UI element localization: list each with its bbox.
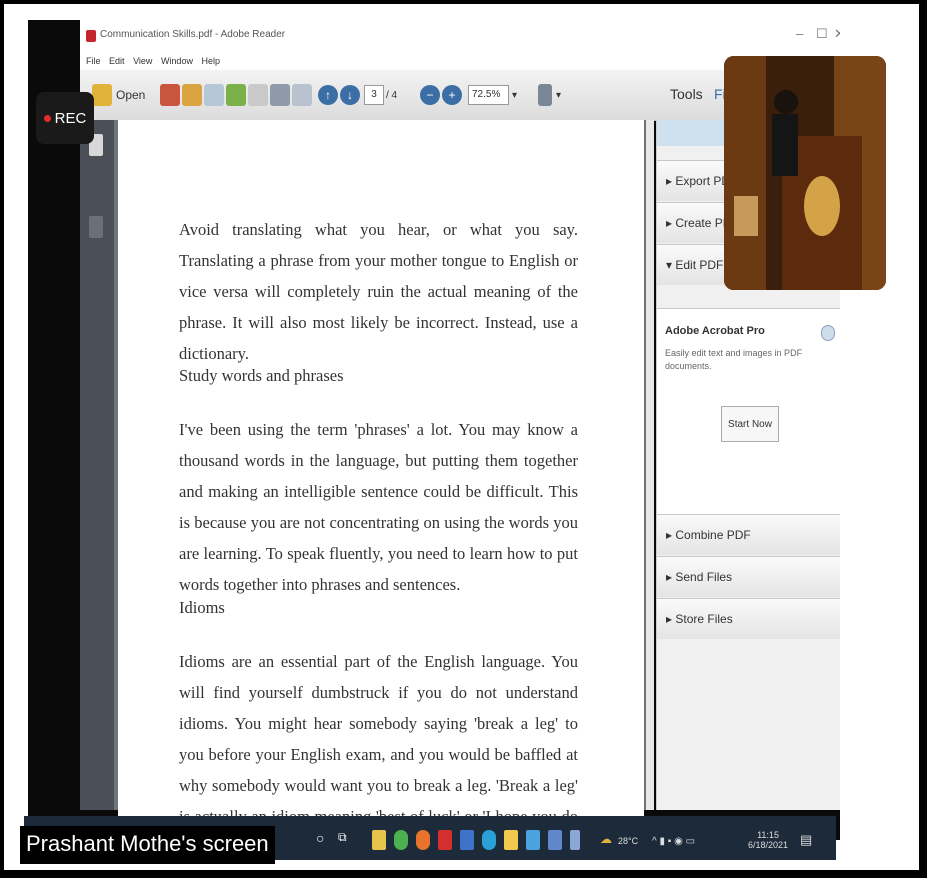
acrobat-promo: Adobe Acrobat Pro Easily edit text and i… — [657, 308, 840, 515]
store-files-section[interactable]: ▸ Store Files — [657, 598, 840, 639]
clock-date: 6/18/2021 — [748, 840, 789, 850]
paragraph-idioms: Idioms are an essential part of the Engl… — [179, 652, 578, 840]
copy-icon[interactable] — [248, 84, 268, 106]
menu-edit[interactable]: Edit — [109, 56, 125, 66]
edit-pdf-label: ▾ Edit PDF — [666, 258, 724, 272]
clock-time: 11:15 — [757, 830, 779, 840]
page-total: / 4 — [386, 89, 398, 101]
task-view-icon[interactable]: ⧉ — [338, 830, 352, 850]
create-pdf-icon[interactable] — [160, 84, 180, 106]
minimize-button[interactable]: – — [796, 26, 803, 41]
zoom-in-button[interactable]: + — [442, 85, 462, 105]
store-files-label: ▸ Store Files — [666, 612, 733, 626]
adobe-reader-icon — [86, 30, 96, 42]
combine-pdf-label: ▸ Combine PDF — [666, 528, 751, 542]
app-icon[interactable] — [526, 830, 540, 850]
menu-help[interactable]: Help — [201, 56, 220, 66]
zoom-out-button[interactable]: − — [420, 85, 440, 105]
edit-icon[interactable] — [182, 84, 202, 106]
video-frame-image — [724, 56, 886, 290]
heading-study-words: Study words and phrases — [179, 366, 344, 385]
send-files-label: ▸ Send Files — [666, 570, 733, 584]
pdf-app-icon[interactable] — [438, 830, 452, 850]
paragraph-phrases: I've been using the term 'phrases' a lot… — [179, 420, 578, 594]
document-icon[interactable] — [204, 84, 224, 106]
menu-view[interactable]: View — [133, 56, 152, 66]
print-icon[interactable] — [270, 84, 290, 106]
promo-description: Easily edit text and images in PDF docum… — [665, 348, 803, 371]
previous-page-button[interactable]: ↑ — [318, 85, 338, 105]
chrome-icon[interactable] — [394, 830, 408, 850]
search-icon[interactable]: ○ — [316, 830, 330, 850]
file-explorer-icon[interactable] — [372, 830, 386, 850]
navigation-pane — [80, 120, 114, 810]
notification-icon[interactable]: ▤ — [800, 832, 812, 848]
promo-title: Adobe Acrobat Pro — [665, 325, 765, 337]
outer-frame: Communication Skills.pdf - Adobe Reader … — [4, 4, 919, 870]
next-page-button[interactable]: ↓ — [340, 85, 360, 105]
zoom-app-icon[interactable] — [548, 830, 562, 850]
maximize-button[interactable]: ☐ — [816, 26, 828, 42]
close-button[interactable]: ✕ — [834, 26, 840, 42]
menu-window[interactable]: Window — [161, 56, 193, 66]
info-icon — [821, 325, 835, 341]
weather-temp[interactable]: 28°C — [618, 836, 638, 846]
email-icon[interactable] — [292, 84, 312, 106]
open-folder-icon[interactable] — [92, 84, 112, 106]
app-icon-small[interactable] — [570, 830, 580, 850]
participant-video[interactable] — [724, 56, 886, 290]
zoom-dropdown-icon[interactable]: ▾ — [512, 85, 517, 105]
document-viewport[interactable]: Avoid translating what you hear, or what… — [114, 120, 652, 840]
open-button[interactable]: Open — [116, 85, 145, 105]
paragraph-translation: Avoid translating what you hear, or what… — [179, 220, 578, 363]
recording-label: REC — [54, 109, 87, 127]
sign-icon[interactable] — [538, 84, 552, 106]
sign-dropdown-icon[interactable]: ▾ — [556, 85, 561, 105]
pdf-page: Avoid translating what you hear, or what… — [118, 120, 644, 840]
combine-pdf-section[interactable]: ▸ Combine PDF — [657, 514, 840, 555]
system-tray-icons[interactable]: ^ ▮ ▪ ◉ ▭ — [652, 836, 695, 847]
zoom-level-input[interactable]: 72.5% — [468, 85, 509, 105]
menu-file[interactable]: File — [86, 56, 101, 66]
heading-idioms: Idioms — [179, 598, 225, 617]
edge-icon[interactable] — [482, 830, 496, 850]
window-title: Communication Skills.pdf - Adobe Reader — [100, 29, 286, 40]
record-dot-icon — [43, 114, 51, 122]
screen-share-label: Prashant Mothe's screen — [20, 826, 275, 864]
document-scrollbar[interactable] — [646, 120, 654, 810]
recording-indicator: REC — [36, 92, 94, 144]
attachment-icon[interactable] — [89, 216, 103, 238]
send-files-section[interactable]: ▸ Send Files — [657, 556, 840, 597]
clock[interactable]: 11:15 6/18/2021 — [748, 830, 788, 850]
window-titlebar: Communication Skills.pdf - Adobe Reader … — [80, 20, 840, 52]
save-icon[interactable] — [226, 84, 246, 106]
folder-icon[interactable] — [504, 830, 518, 850]
firefox-icon[interactable] — [416, 830, 430, 850]
shared-screen: Communication Skills.pdf - Adobe Reader … — [28, 20, 840, 840]
tools-tab[interactable]: Tools — [670, 86, 703, 102]
start-now-button[interactable]: Start Now — [721, 406, 779, 442]
word-icon[interactable] — [460, 830, 474, 850]
page-number-input[interactable]: 3 — [364, 85, 384, 105]
weather-icon[interactable]: ☁ — [600, 832, 612, 846]
